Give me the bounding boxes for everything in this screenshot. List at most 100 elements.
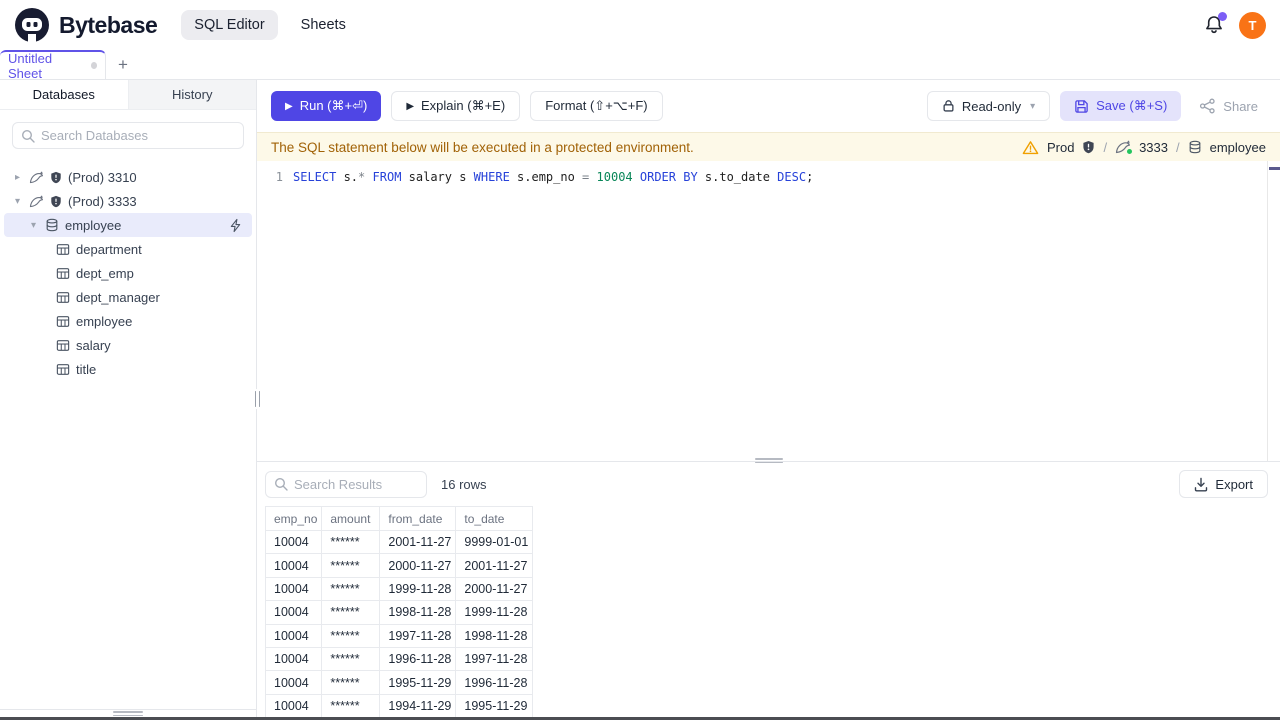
sidebar-tabs: Databases History [0,80,256,110]
table-cell: 1995-11-29 [455,693,534,717]
table-cell: 1996-11-28 [379,646,457,672]
sql-editor[interactable]: 1 SELECT s.* FROM salary s WHERE s.emp_n… [257,161,1280,461]
sql-token: WHERE [473,170,510,184]
tree-item-instance-(Prod) 3310[interactable]: ▸ (Prod) 3310 [4,165,252,189]
tree-item-table-title[interactable]: title [4,357,252,381]
save-button[interactable]: Save (⌘+S) [1060,91,1182,121]
table-row: 10004 ****** 2001-11-27 9999-01-01 [264,529,534,555]
sql-token: s.to_date [697,170,778,184]
sql-token: s.emp_no [509,170,583,184]
results-panel: 16 rows Export emp_noamountfrom_dateto_d… [257,462,1280,717]
tree-item-table-dept_manager[interactable]: dept_manager [4,285,252,309]
save-label: Save (⌘+S) [1096,98,1168,113]
tab-history[interactable]: History [129,80,257,109]
nav-sql-editor[interactable]: SQL Editor [181,10,278,40]
sidebar-resize-handle[interactable] [252,388,262,409]
row-count: 16 rows [441,476,487,492]
table-row: 10004 ****** 1999-11-28 2000-11-27 [264,576,534,602]
chevron-right-icon[interactable]: ▸ [12,172,23,183]
tree-item-database-employee[interactable]: ▾ employee [4,213,252,237]
notification-badge [1218,12,1227,21]
editor-toolbar: ▶ Run (⌘+⏎) ▶ Explain (⌘+E) Format (⇧+⌥+… [257,80,1280,132]
tree-item-table-employee[interactable]: employee [4,309,252,333]
export-button[interactable]: Export [1179,470,1268,498]
search-icon [21,129,35,143]
notifications-button[interactable] [1203,12,1227,36]
sql-token: FROM [372,170,402,184]
brand-name: Bytebase [59,11,158,38]
table-cell: ****** [321,623,381,648]
tree-item-label: dept_manager [76,289,160,305]
readonly-mode-dropdown[interactable]: Read-only ▾ [926,91,1051,121]
table-cell: 1999-11-28 [455,600,534,625]
table-cell: 1997-11-28 [379,623,457,648]
table-cell: ****** [321,693,381,717]
table-cell: 2000-11-27 [455,576,534,602]
explain-label: Explain (⌘+E) [421,98,506,113]
table-cell: 2000-11-27 [379,553,457,578]
tree-item-label: employee [76,313,133,329]
table-icon [56,267,70,280]
chevron-down-icon: ▾ [1030,100,1036,112]
table-cell: 10004 [264,529,323,555]
tree-item-label: (Prod) 3333 [68,193,137,209]
table-cell: 1998-11-28 [455,623,534,648]
tree-item-label: department [76,241,142,257]
lock-icon [943,100,954,112]
lightning-icon[interactable] [229,218,242,233]
share-label: Share [1223,98,1258,114]
table-icon [56,291,70,304]
tab-databases[interactable]: Databases [0,80,129,109]
nav-sheets[interactable]: Sheets [288,10,359,40]
table-cell: ****** [321,646,381,672]
table-cell: 1999-11-28 [379,576,457,602]
search-results-input[interactable] [294,476,418,492]
avatar[interactable]: T [1239,11,1266,39]
tree-item-table-department[interactable]: department [4,237,252,261]
add-sheet-button[interactable]: + [106,50,140,79]
results-resize-handle[interactable] [754,458,783,463]
run-button[interactable]: ▶ Run (⌘+⏎) [271,91,382,121]
database-tree: ▸ (Prod) 3310 ▾ (Prod) 3333 ▾ employee departm… [0,161,256,709]
database-search[interactable] [12,122,244,149]
chevron-down-icon[interactable]: ▾ [28,220,39,231]
table-icon [56,315,70,328]
tree-item-table-dept_emp[interactable]: dept_emp [4,261,252,285]
table-cell: 10004 [264,670,323,695]
sheet-tab-label: Untitled Sheet [8,50,53,81]
download-icon [1195,477,1208,491]
play-icon: ▶ [285,100,293,112]
table-icon [56,339,70,352]
top-bar: Bytebase SQL Editor Sheets T [0,0,1280,50]
environment-label: Prod [1046,139,1075,155]
protected-environment-banner: The SQL statement below will be executed… [257,132,1280,161]
table-cell: 10004 [264,576,323,602]
sidebar-bottom-divider [0,709,256,717]
tree-item-instance-(Prod) 3333[interactable]: ▾ (Prod) 3333 [4,189,252,213]
table-row: 10004 ****** 1994-11-29 1995-11-29 [264,693,534,717]
format-button[interactable]: Format (⇧+⌥+F) [530,91,663,121]
tree-item-label: (Prod) 3310 [68,169,137,185]
search-databases-input[interactable] [41,128,235,143]
table-row: 10004 ****** 1998-11-28 1999-11-28 [264,600,534,625]
table-cell: 2001-11-27 [455,553,534,578]
tree-item-table-salary[interactable]: salary [4,333,252,357]
tab-untitled-sheet[interactable]: Untitled Sheet [0,50,106,81]
sql-token: ; [806,170,814,184]
share-button[interactable]: Share [1191,91,1266,121]
tree-item-label: employee [65,217,122,233]
shield-icon [50,171,62,184]
tree-item-label: dept_emp [76,265,134,281]
chevron-down-icon[interactable]: ▾ [12,196,23,207]
separator: / [1176,139,1180,155]
sql-token: ORDER BY [639,170,698,184]
results-header: 16 rows Export [257,462,1280,506]
results-split-divider [257,458,1280,463]
shield-icon [50,195,62,208]
explain-button[interactable]: ▶ Explain (⌘+E) [391,91,521,121]
table-cell: 10004 [264,623,323,648]
table-cell: ****** [321,600,381,625]
results-search[interactable] [265,470,427,498]
overview-ruler-mark [1269,167,1280,170]
